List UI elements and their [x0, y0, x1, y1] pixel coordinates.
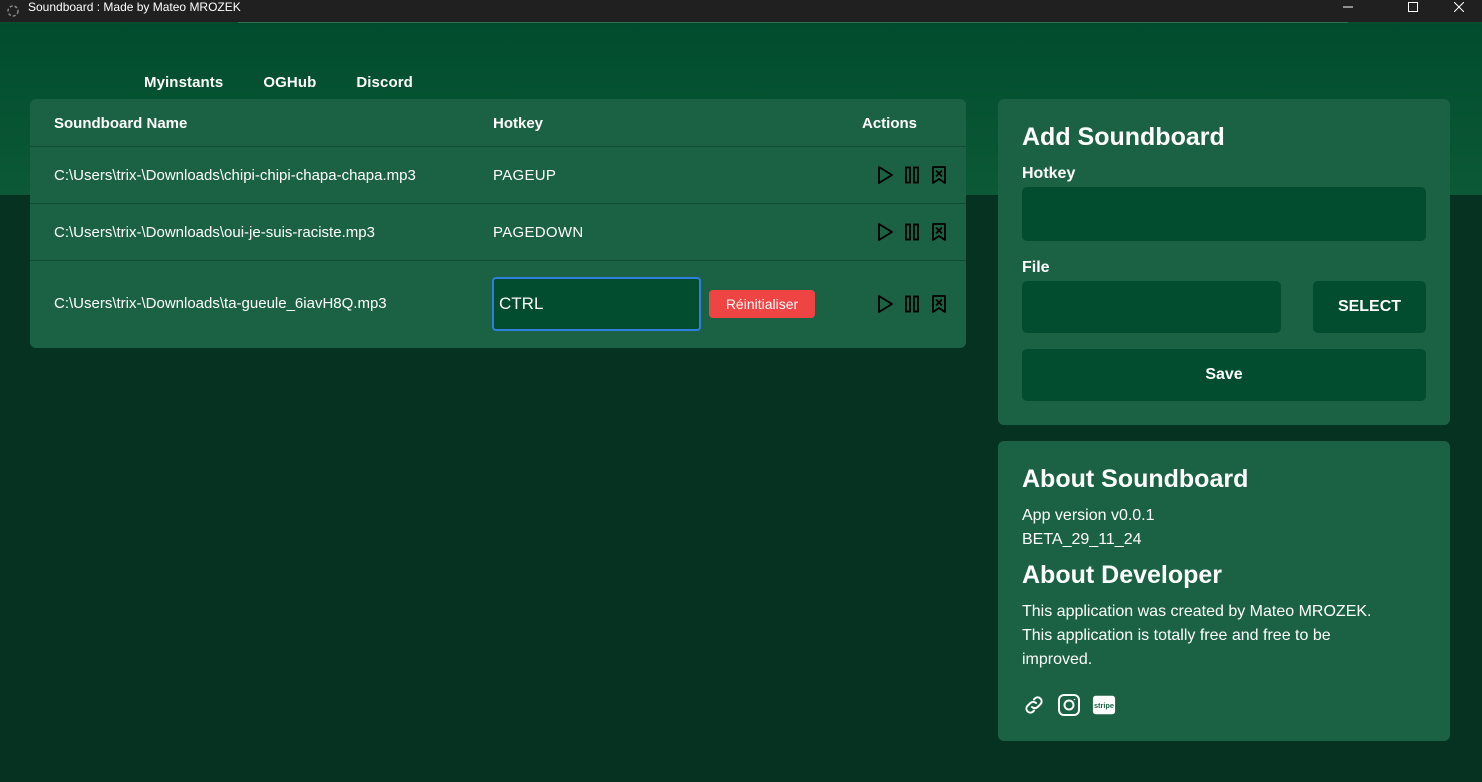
developer-text-line: This application was created by Mateo MR… — [1022, 603, 1372, 620]
pause-icon[interactable] — [902, 221, 922, 243]
column-header-hotkey: Hotkey — [493, 115, 544, 132]
soundboard-table: Soundboard Name Hotkey Actions C:\Users\… — [30, 99, 966, 348]
hotkey-edit-input[interactable]: CTRL — [492, 277, 701, 331]
table-row: C:\Users\trix-\Downloads\oui-je-suis-rac… — [30, 204, 966, 261]
play-icon[interactable] — [875, 293, 895, 315]
app-version-text: App version v0.0.1 — [1022, 507, 1155, 524]
app-icon — [7, 5, 19, 17]
file-input[interactable] — [1022, 281, 1281, 333]
social-links: stripe — [1022, 693, 1116, 717]
hotkey-value[interactable]: PAGEDOWN — [493, 224, 583, 241]
sound-file-path: C:\Users\trix-\Downloads\oui-je-suis-rac… — [54, 224, 375, 241]
delete-icon[interactable] — [929, 164, 949, 186]
file-label: File — [1022, 259, 1050, 276]
stripe-icon[interactable]: stripe — [1092, 693, 1116, 717]
window-titlebar: Soundboard : Made by Mateo MROZEK — [0, 0, 1482, 22]
reset-hotkey-button[interactable]: Réinitialiser — [709, 290, 815, 318]
pause-icon[interactable] — [902, 164, 922, 186]
delete-icon[interactable] — [929, 221, 949, 243]
about-panel: About Soundboard App version v0.0.1 BETA… — [998, 441, 1450, 741]
close-icon[interactable] — [1436, 0, 1482, 14]
play-icon[interactable] — [875, 221, 895, 243]
table-row: C:\Users\trix-\Downloads\chipi-chipi-cha… — [30, 147, 966, 204]
link-icon[interactable] — [1022, 693, 1046, 717]
hotkey-input[interactable] — [1022, 187, 1426, 241]
play-icon[interactable] — [875, 164, 895, 186]
pause-icon[interactable] — [902, 293, 922, 315]
developer-text-line: This application is totally free and fre… — [1022, 627, 1331, 644]
row-actions — [875, 164, 949, 186]
build-text: BETA_29_11_24 — [1022, 531, 1142, 548]
add-soundboard-title: Add Soundboard — [1022, 123, 1225, 151]
top-nav: Myinstants OGHub Discord — [144, 74, 453, 91]
table-header: Soundboard Name Hotkey Actions — [30, 99, 966, 147]
nav-link-oghub[interactable]: OGHub — [263, 74, 316, 91]
about-developer-title: About Developer — [1022, 561, 1223, 589]
column-header-actions: Actions — [862, 115, 918, 132]
minimize-icon[interactable] — [1325, 0, 1371, 14]
sound-file-path: C:\Users\trix-\Downloads\ta-gueule_6iavH… — [54, 295, 387, 312]
row-actions — [875, 221, 949, 243]
add-soundboard-panel: Add Soundboard Hotkey File SELECT Save — [998, 99, 1450, 425]
sound-file-path: C:\Users\trix-\Downloads\chipi-chipi-cha… — [54, 167, 416, 184]
about-soundboard-title: About Soundboard — [1022, 465, 1249, 493]
maximize-icon[interactable] — [1390, 0, 1436, 14]
row-actions — [875, 293, 949, 315]
hotkey-label: Hotkey — [1022, 165, 1076, 182]
hotkey-value[interactable]: PAGEUP — [493, 167, 556, 184]
instagram-icon[interactable] — [1057, 693, 1081, 717]
table-row: C:\Users\trix-\Downloads\ta-gueule_6iavH… — [30, 261, 966, 348]
nav-link-myinstants[interactable]: Myinstants — [144, 74, 223, 91]
header-divider — [238, 22, 1348, 23]
nav-link-discord[interactable]: Discord — [356, 74, 413, 91]
developer-text-line: improved. — [1022, 651, 1093, 668]
save-button[interactable]: Save — [1022, 349, 1426, 401]
window-title: Soundboard : Made by Mateo MROZEK — [28, 0, 241, 14]
delete-icon[interactable] — [929, 293, 949, 315]
stripe-text: stripe — [1094, 701, 1114, 710]
select-file-button[interactable]: SELECT — [1313, 281, 1426, 333]
column-header-name: Soundboard Name — [54, 115, 188, 132]
